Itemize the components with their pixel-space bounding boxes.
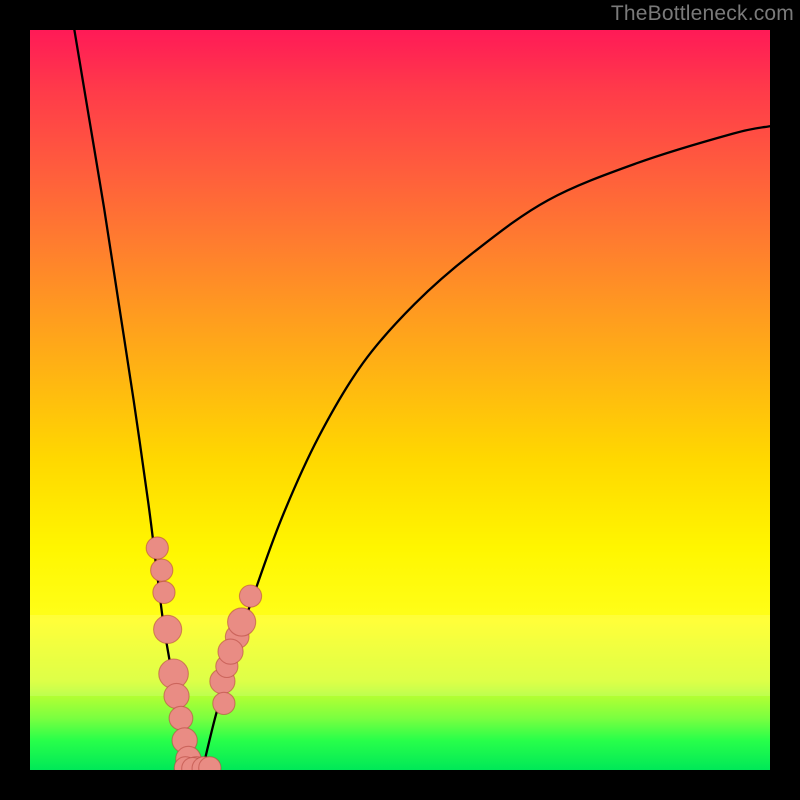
curve-group [74,30,770,770]
data-marker [154,615,182,643]
data-marker [151,559,173,581]
plot-area [30,30,770,770]
data-marker [218,639,243,664]
watermark-text: TheBottleneck.com [611,2,794,26]
curve-right-branch [202,126,770,770]
data-marker [169,706,193,730]
data-marker [213,692,235,714]
data-marker [228,608,256,636]
data-marker [153,581,175,603]
chart-svg [30,30,770,770]
data-marker [146,537,168,559]
marker-group [146,537,261,770]
data-marker [239,585,261,607]
data-marker [164,683,189,708]
chart-frame: TheBottleneck.com [0,0,800,800]
